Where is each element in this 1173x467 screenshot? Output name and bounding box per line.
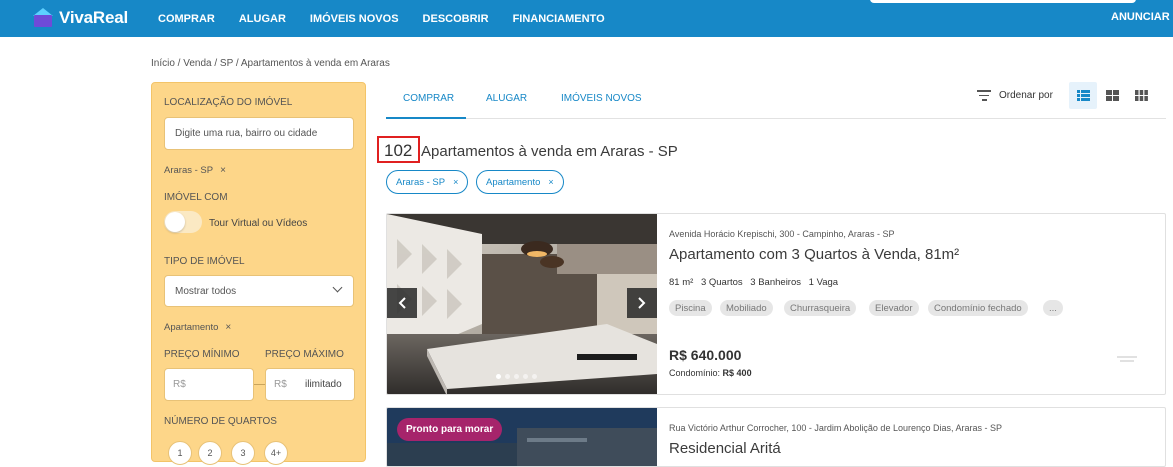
house-logo-icon <box>32 8 54 28</box>
nav-comprar[interactable]: COMPRAR <box>158 13 215 25</box>
quartos-label: NÚMERO DE QUARTOS <box>164 416 277 427</box>
listing-address: Rua Victório Arthur Corrocher, 100 - Jar… <box>669 423 1002 433</box>
results-count: 102 <box>384 141 413 160</box>
quartos-option-4plus[interactable]: 4+ <box>264 441 288 465</box>
chevron-right-icon <box>638 297 646 309</box>
nav-financiamento[interactable]: FINANCIAMENTO <box>513 13 605 25</box>
apartment-interior-photo <box>387 214 657 394</box>
amenity-tag: Elevador <box>869 300 919 316</box>
compact-grid-icon <box>1134 90 1148 101</box>
filter-sidebar: LOCALIZAÇÃO DO IMÓVEL Digite uma rua, ba… <box>151 82 366 465</box>
banheiros-value: 3 Banheiros <box>750 277 801 288</box>
tipo-imovel-value: Mostrar todos <box>175 286 237 297</box>
tab-comprar[interactable]: COMPRAR <box>403 93 454 104</box>
active-tab-indicator <box>386 117 466 119</box>
quartos-value: 3 Quartos <box>700 277 743 288</box>
currency-prefix: R$ <box>274 379 287 390</box>
chip-label: Araras - SP <box>396 176 446 188</box>
chip-label: Apartamento <box>486 176 541 188</box>
active-filter-chip-location[interactable]: Araras - SP × <box>386 170 469 194</box>
listing-photo[interactable] <box>387 214 657 394</box>
breadcrumb[interactable]: Início / Venda / SP / Apartamentos à ven… <box>151 58 390 69</box>
active-filter-chip-tipo[interactable]: Apartamento × <box>476 170 564 194</box>
preco-minimo-label: PREÇO MÍNIMO <box>164 349 240 360</box>
quartos-option-2[interactable]: 2 <box>198 441 222 465</box>
listing-photo[interactable]: Pronto para morar <box>387 408 657 466</box>
close-icon[interactable]: × <box>548 177 553 187</box>
vivareal-logo[interactable]: VivaReal <box>32 7 128 29</box>
results-title: Apartamentos à venda em Araras - SP <box>421 143 678 160</box>
tab-alugar[interactable]: ALUGAR <box>486 93 527 104</box>
close-icon[interactable]: × <box>220 165 226 176</box>
quartos-option-3[interactable]: 3 <box>231 441 255 465</box>
chevron-down-icon <box>332 282 343 293</box>
next-photo-button[interactable] <box>627 288 657 318</box>
sort-icon[interactable] <box>977 90 991 102</box>
tipo-imovel-label: TIPO DE IMÓVEL <box>164 256 245 267</box>
list-view-button[interactable] <box>1069 82 1097 109</box>
close-icon[interactable]: × <box>453 177 458 187</box>
preco-maximo-label: PREÇO MÁXIMO <box>265 349 344 360</box>
compact-grid-view-button[interactable] <box>1127 82 1155 109</box>
amenity-tag: Churrasqueira <box>784 300 857 316</box>
listing-address: Avenida Horácio Krepischi, 300 - Campinh… <box>669 229 895 239</box>
sort-dropdown[interactable]: Ordenar por <box>999 90 1053 101</box>
more-amenities-tag[interactable]: ... <box>1043 300 1063 316</box>
tabs-divider <box>386 118 1166 119</box>
nav-descobrir[interactable]: DESCOBRIR <box>423 13 489 25</box>
anunciar-imovel-link[interactable]: ANUNCIAR IM <box>1111 11 1173 23</box>
toggle-knob <box>165 212 185 232</box>
preco-maximo-input[interactable]: R$ ilimitado <box>265 368 355 401</box>
tipo-chip[interactable]: Apartamento × <box>164 322 231 333</box>
currency-prefix: R$ <box>173 379 186 390</box>
tour-virtual-toggle[interactable] <box>164 211 202 233</box>
listing-card[interactable]: Pronto para morar Rua Victório Arthur Co… <box>386 407 1166 467</box>
tipo-imovel-select[interactable]: Mostrar todos <box>164 275 354 307</box>
tab-imoveis-novos[interactable]: IMÓVEIS NOVOS <box>561 93 642 104</box>
price-range-divider <box>254 384 265 385</box>
condo-fee: Condomínio: R$ 400 <box>669 368 752 378</box>
amenity-tag: Mobiliado <box>720 300 773 316</box>
preco-minimo-input[interactable]: R$ <box>164 368 254 401</box>
tour-virtual-label: Tour Virtual ou Vídeos <box>209 218 308 229</box>
listing-price: R$ 640.000 <box>669 347 742 363</box>
header-search-box[interactable] <box>870 0 1136 3</box>
vagas-value: 1 Vaga <box>808 277 839 288</box>
quartos-option-1[interactable]: 1 <box>168 441 192 465</box>
logo-text: VivaReal <box>59 8 128 27</box>
top-navbar: VivaReal COMPRAR ALUGAR IMÓVEIS NOVOS DE… <box>0 0 1173 37</box>
listing-features: 81 m² 3 Quartos 3 Banheiros 1 Vaga <box>669 277 843 288</box>
amenity-tag: Condomínio fechado <box>928 300 1028 316</box>
previous-photo-button[interactable] <box>387 288 417 318</box>
close-icon[interactable]: × <box>225 322 231 333</box>
location-chip[interactable]: Araras - SP × <box>164 165 226 176</box>
location-placeholder: Digite uma rua, bairro ou cidade <box>175 128 318 139</box>
list-view-icon <box>1076 90 1090 101</box>
preco-maximo-value: ilimitado <box>305 379 342 390</box>
location-search-input[interactable]: Digite uma rua, bairro ou cidade <box>164 117 354 150</box>
listing-title[interactable]: Apartamento com 3 Quartos à Venda, 81m² <box>669 246 959 263</box>
photo-carousel-dots[interactable] <box>496 374 537 379</box>
nav-alugar[interactable]: ALUGAR <box>239 13 286 25</box>
publisher-logo <box>1117 356 1137 362</box>
chevron-left-icon <box>398 297 406 309</box>
area-value: 81 m² <box>669 277 694 288</box>
pronto-para-morar-badge: Pronto para morar <box>397 418 503 441</box>
nav-imoveis-novos[interactable]: IMÓVEIS NOVOS <box>310 13 399 25</box>
grid-view-button[interactable] <box>1098 82 1126 109</box>
listing-card[interactable]: Avenida Horácio Krepischi, 300 - Campinh… <box>386 213 1166 395</box>
imovel-com-label: IMÓVEL COM <box>164 192 228 203</box>
grid-view-icon <box>1105 90 1119 101</box>
main-nav: COMPRAR ALUGAR IMÓVEIS NOVOS DESCOBRIR F… <box>158 0 629 37</box>
amenity-tag: Piscina <box>669 300 712 316</box>
location-label: LOCALIZAÇÃO DO IMÓVEL <box>164 97 293 108</box>
listing-title[interactable]: Residencial Aritá <box>669 440 781 457</box>
